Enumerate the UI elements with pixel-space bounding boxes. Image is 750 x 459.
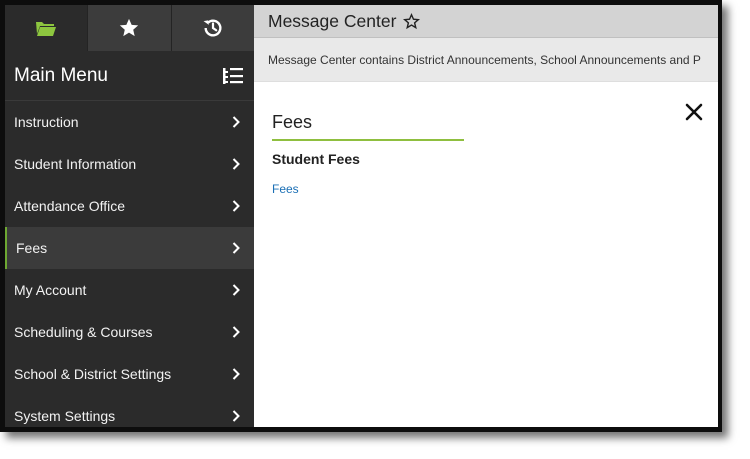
history-icon	[203, 19, 222, 37]
star-outline-icon	[403, 12, 421, 29]
menu-item-school-district-settings[interactable]: School & District Settings	[5, 353, 254, 395]
flyout-section-heading: Student Fees	[272, 151, 360, 167]
chevron-right-icon	[230, 284, 242, 296]
tab-favorites[interactable]	[88, 5, 172, 51]
folder-icon	[36, 22, 57, 36]
announcement-banner: Message Center contains District Announc…	[254, 38, 718, 82]
close-icon	[685, 103, 703, 121]
menu-item-scheduling-courses[interactable]: Scheduling & Courses	[5, 311, 254, 353]
chevron-right-icon	[230, 368, 242, 380]
menu-item-label: My Account	[14, 282, 87, 298]
menu-item-label: Instruction	[14, 114, 79, 130]
menu-item-attendance-office[interactable]: Attendance Office	[5, 185, 254, 227]
menu-title: Main Menu	[14, 64, 108, 86]
app-window: Main Menu Instruction Student Informatio…	[0, 0, 722, 432]
star-icon	[120, 18, 139, 37]
chevron-right-icon	[230, 410, 242, 422]
fees-flyout-panel: Fees Student Fees Fees	[254, 82, 718, 427]
menu-tree-icon[interactable]	[222, 67, 244, 85]
menu-item-label: School & District Settings	[14, 366, 172, 382]
menu-list: Instruction Student Information Attendan…	[5, 101, 254, 427]
menu-item-label: Student Information	[14, 156, 137, 172]
chevron-right-icon	[230, 158, 242, 170]
sidebar: Main Menu Instruction Student Informatio…	[5, 5, 254, 427]
menu-item-label: Scheduling & Courses	[14, 324, 153, 340]
tab-main-menu[interactable]	[5, 5, 89, 51]
menu-item-fees[interactable]: Fees	[5, 227, 254, 269]
menu-item-label: Fees	[16, 240, 48, 256]
tab-history[interactable]	[171, 5, 254, 51]
chevron-right-icon	[230, 242, 242, 254]
main-area: Message Center Message Center contains D…	[254, 5, 718, 427]
menu-item-label: Attendance Office	[14, 198, 126, 214]
page-header: Message Center	[254, 5, 718, 38]
chevron-right-icon	[230, 116, 242, 128]
close-button[interactable]	[684, 102, 704, 122]
favorite-button[interactable]	[403, 12, 421, 30]
chevron-right-icon	[230, 326, 242, 338]
chevron-right-icon	[230, 200, 242, 212]
menu-header: Main Menu	[5, 51, 254, 101]
menu-item-label: System Settings	[14, 408, 116, 424]
menu-item-system-settings[interactable]: System Settings	[5, 395, 254, 427]
page-title: Message Center	[268, 10, 397, 31]
menu-item-student-information[interactable]: Student Information	[5, 143, 254, 185]
menu-item-my-account[interactable]: My Account	[5, 269, 254, 311]
menu-item-instruction[interactable]: Instruction	[5, 101, 254, 143]
fees-link[interactable]: Fees	[272, 182, 299, 196]
sidebar-tabbar	[5, 5, 254, 51]
flyout-title: Fees	[272, 112, 464, 141]
